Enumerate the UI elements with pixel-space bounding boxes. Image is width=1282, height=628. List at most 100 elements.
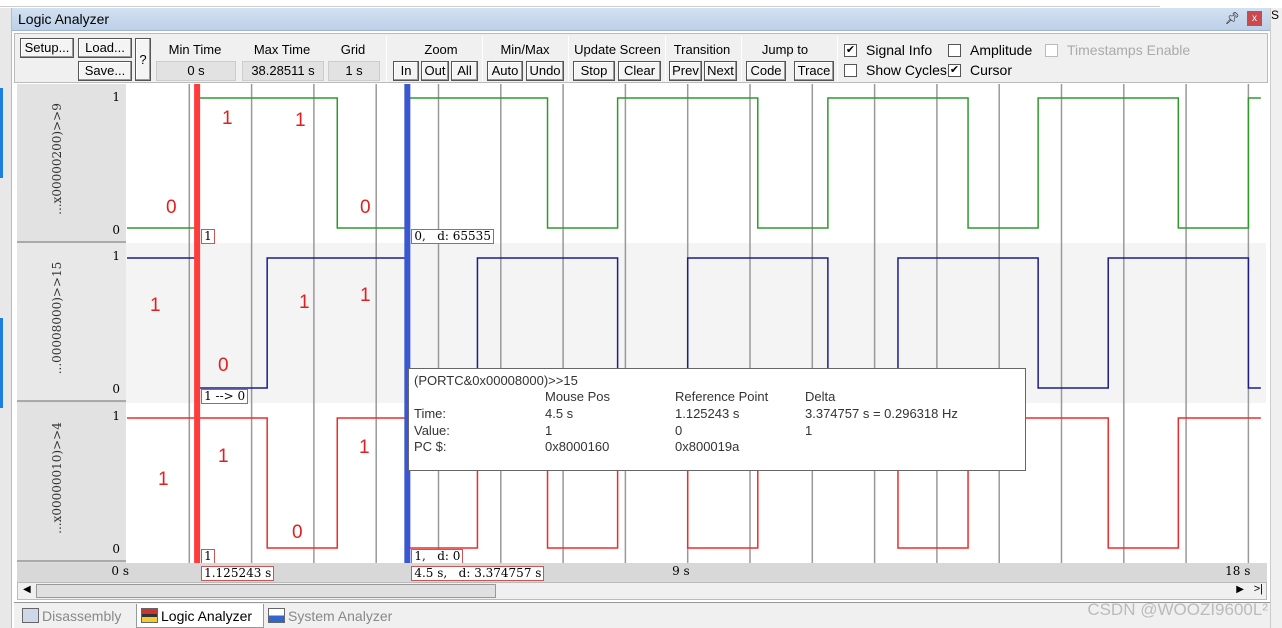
annotation-digit: 1 (218, 446, 229, 467)
undo-button[interactable]: Undo (526, 61, 564, 81)
jump-code-button[interactable]: Code (746, 61, 786, 81)
checkbox-amplitude[interactable] (948, 44, 961, 57)
signal-row-label[interactable]: ...x00000200)>>9 1 0 (17, 84, 126, 243)
max-time-value: 38.28511 s (242, 61, 324, 81)
prev-button[interactable]: Prev (669, 61, 702, 81)
jump-to-label: Jump to (761, 42, 809, 57)
tab-label: System Analyzer (288, 608, 393, 624)
annotation-digit: 0 (166, 197, 177, 218)
title-bar: Logic Analyzer 📌︎ x (12, 8, 1270, 31)
setup-button[interactable]: Setup... (20, 38, 74, 58)
signal-max-value: 1 (112, 249, 120, 263)
checkbox-cursor[interactable]: ✔ (948, 64, 961, 77)
annotation-digit: 1 (295, 110, 306, 131)
minmax-label: Min/Max (500, 42, 550, 57)
tab-system-analyzer[interactable]: System Analyzer (264, 604, 398, 628)
annotation-digit: 0 (292, 522, 303, 543)
annotation-digit: 1 (359, 437, 370, 458)
zoom-label: Zoom (424, 42, 458, 57)
time-axis-label: 18 s (1225, 564, 1251, 578)
waveform-plot[interactable] (126, 84, 1266, 564)
checkbox-signal-info[interactable]: ✔ (844, 44, 857, 57)
signal-name: ...x00000200)>>9 (50, 103, 64, 215)
stop-button[interactable]: Stop (573, 61, 615, 81)
load-button[interactable]: Load... (78, 38, 132, 58)
clear-button[interactable]: Clear (618, 61, 661, 81)
time-axis-label: 9 s (672, 564, 690, 578)
cursor-time-label: 4.5 s, d: 3.374757 s (411, 566, 545, 581)
tooltip-row-label: Value: (414, 422, 450, 438)
annotation-digit: 1 (150, 295, 161, 316)
tooltip-header: Reference Point (675, 389, 769, 404)
pin-icon[interactable]: 📌︎ (1225, 11, 1240, 25)
signal-info-tooltip: (PORTC&0x00008000)>>15 Mouse Pos Reference… (408, 368, 1026, 471)
checkbox-show-cycles[interactable] (844, 64, 857, 77)
right-panel-edge: S (1270, 8, 1282, 628)
jump-trace-button[interactable]: Trace (794, 61, 834, 81)
cursor-value-label: 1 --> 0 (201, 389, 249, 404)
next-button[interactable]: Next (704, 61, 737, 81)
tooltip-value: 0x800019a (675, 439, 740, 454)
cursor-value-label: 1 (201, 229, 215, 244)
signal-row-label[interactable]: ...00008000)>>15 1 0 (17, 243, 126, 402)
cursor-time-label: 1.125243 s (201, 566, 275, 581)
scroll-left-icon[interactable]: ◀ (23, 584, 31, 595)
auto-button[interactable]: Auto (487, 61, 523, 81)
cursor-value-label: 1, d: 0 (411, 549, 464, 564)
signal-min-value: 0 (112, 542, 120, 556)
annotation-digit: 1 (222, 108, 233, 129)
close-button[interactable]: x (1247, 11, 1262, 26)
disassembly-icon (22, 608, 39, 623)
tooltip-row-label: Time: (414, 406, 447, 421)
signal-max-value: 1 (112, 90, 120, 104)
annotation-digit: 1 (299, 292, 310, 313)
tab-disassembly[interactable]: Disassembly (18, 604, 136, 628)
tooltip-value: 1 (805, 422, 813, 438)
scroll-right-icon[interactable]: ▶ (1236, 584, 1244, 595)
system-analyzer-icon (268, 608, 285, 623)
checkbox-label: Amplitude (970, 42, 1033, 58)
grid-label: Grid (340, 42, 366, 57)
zoom-all-button[interactable]: All (451, 61, 478, 81)
tooltip-value: 1.125243 s (675, 406, 740, 421)
tab-label: Logic Analyzer (161, 608, 253, 624)
signal-row-label[interactable]: ...x00000010)>>4 1 0 (17, 403, 126, 562)
tab-logic-analyzer[interactable]: Logic Analyzer (136, 604, 264, 628)
signal-max-value: 1 (112, 409, 120, 423)
checkbox-label: Show Cycles (866, 62, 947, 78)
background-window (0, 0, 1160, 7)
max-time-label: Max Time (253, 42, 311, 57)
signal-name: ...x00000010)>>4 (50, 422, 64, 534)
annotation-digit: 0 (360, 197, 371, 218)
transition-label: Transition (673, 42, 731, 57)
tooltip-signal: (PORTC&0x00008000)>>15 (414, 373, 578, 388)
checkbox-label: Timestamps Enable (1067, 42, 1191, 58)
signal-name: ...00008000)>>15 (50, 261, 64, 375)
horizontal-scrollbar[interactable]: ◀ ▶ >| (17, 582, 1267, 600)
checkbox-timestamps-enable (1045, 44, 1058, 57)
update-screen-label: Update Screen (574, 42, 661, 57)
grid-value: 1 s (328, 61, 380, 81)
save-button[interactable]: Save... (78, 61, 132, 81)
scroll-thumb[interactable] (36, 584, 496, 598)
tab-bar: Disassembly Logic Analyzer System Analyzer (14, 602, 1270, 628)
tooltip-value: 4.5 s (545, 406, 574, 421)
tooltip-value: 0 (675, 422, 683, 438)
min-time-label: Min Time (168, 42, 222, 57)
cursor-value-label: 1 (201, 549, 215, 564)
signal-min-value: 0 (112, 223, 120, 237)
window-title: Logic Analyzer (18, 11, 110, 27)
tooltip-header: Delta (805, 389, 836, 404)
zoom-in-button[interactable]: In (393, 61, 419, 81)
zoom-out-button[interactable]: Out (421, 61, 449, 81)
annotation-digit: 1 (158, 469, 169, 490)
scroll-end-icon[interactable]: >| (1254, 583, 1263, 595)
tooltip-value: 0x8000160 (545, 439, 610, 454)
checkbox-label: Signal Info (866, 42, 933, 58)
time-axis-label: 0 s (111, 564, 129, 578)
help-button[interactable]: ? (135, 38, 151, 81)
toolbar: Setup... Load... Save... ? Min Time 0 s … (14, 33, 1268, 83)
right-panel-letter: S (1271, 8, 1280, 22)
tab-label: Disassembly (42, 608, 122, 624)
logic-analyzer-icon (141, 608, 158, 623)
